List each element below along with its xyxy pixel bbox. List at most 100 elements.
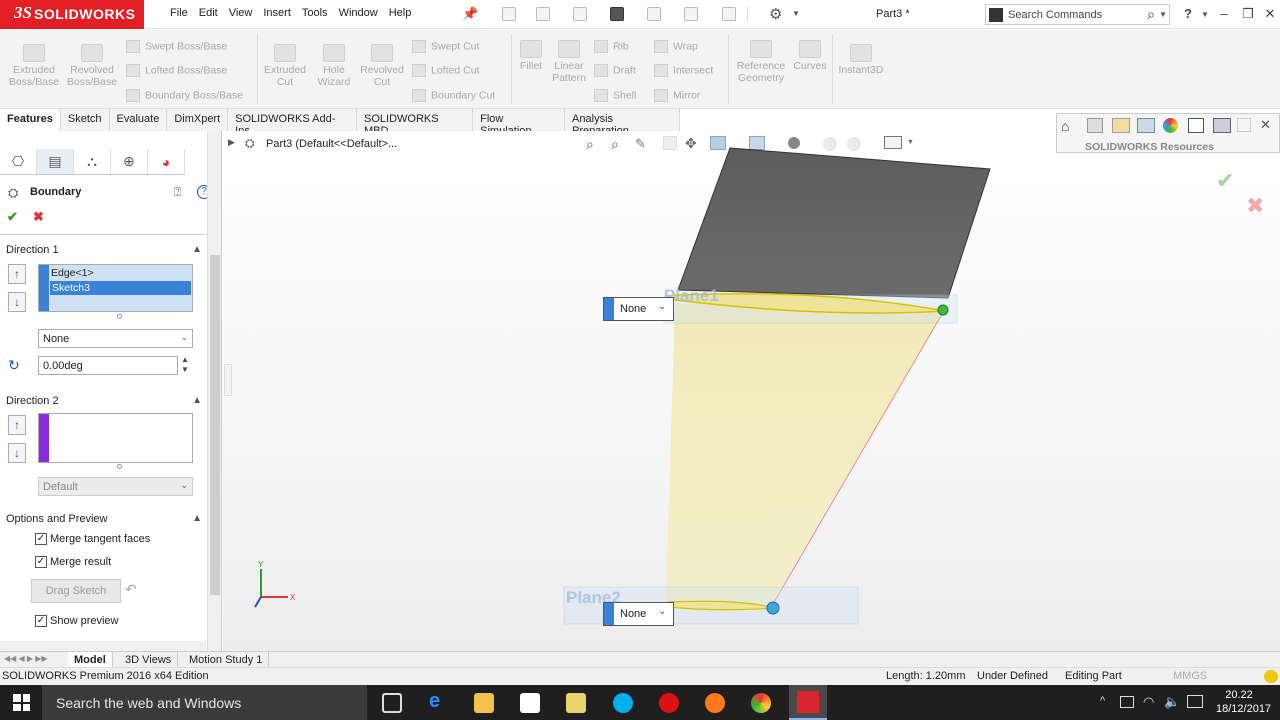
swept-boss-button[interactable]: Swept Boss/Base: [126, 40, 227, 53]
volume-icon[interactable]: 🔈: [1164, 694, 1180, 710]
swept-cut-button[interactable]: Swept Cut: [412, 40, 479, 53]
tab-dimxpert[interactable]: DimXpert: [167, 109, 229, 131]
rebuild-icon[interactable]: [722, 7, 736, 21]
dimxpert-manager-tab-icon[interactable]: ⊕: [111, 149, 148, 175]
detailed-preview-icon[interactable]: ⍰: [174, 185, 181, 200]
custom-properties-icon[interactable]: [1188, 118, 1204, 133]
tab-motion-study-1[interactable]: Motion Study 1: [183, 652, 270, 668]
connector2-tangency-dropdown[interactable]: None ⌄: [603, 602, 674, 626]
home-icon[interactable]: ⌂: [1061, 118, 1069, 134]
curves-button[interactable]: Curves: [792, 40, 828, 72]
pin-pane-icon[interactable]: [1237, 118, 1251, 132]
configuration-manager-tab-icon[interactable]: ⛬: [74, 149, 111, 175]
task-view-icon[interactable]: [382, 693, 402, 713]
menu-insert[interactable]: Insert: [263, 7, 302, 19]
collapse-chevron-icon[interactable]: ▲: [192, 395, 202, 406]
list-item[interactable]: Edge<1>: [51, 267, 94, 279]
direction2-group-header[interactable]: Direction 2 ▲: [6, 395, 202, 409]
close-icon[interactable]: ✕: [1262, 6, 1278, 22]
store-icon[interactable]: [520, 693, 540, 713]
firefox-icon[interactable]: [705, 693, 725, 713]
menu-help[interactable]: Help: [389, 7, 423, 19]
folder-icon[interactable]: [566, 693, 586, 713]
show-preview-checkbox[interactable]: ✓: [35, 615, 47, 627]
tab-flow-simulation[interactable]: Flow Simulation: [473, 109, 566, 137]
options-group-header[interactable]: Options and Preview ▲: [6, 513, 202, 527]
unit-system[interactable]: MMGS: [1173, 670, 1207, 682]
chevron-down-icon[interactable]: ▼: [1159, 10, 1167, 19]
solidworks-logo[interactable]: 3S SOLIDWORKS: [0, 0, 144, 29]
tab-scroll-arrows-icon[interactable]: ◀◀ ◀ ▶ ▶▶: [4, 654, 48, 663]
menu-edit[interactable]: Edit: [199, 7, 229, 19]
rebuild-status-icon[interactable]: [1264, 670, 1278, 683]
mirror-button[interactable]: Mirror: [654, 89, 700, 102]
drag-sketch-button[interactable]: Drag Sketch: [31, 579, 121, 603]
file-explorer-icon[interactable]: [474, 693, 494, 713]
appearances-icon[interactable]: [1163, 118, 1178, 133]
confirm-ok-icon[interactable]: ✔: [1216, 168, 1234, 194]
chevron-down-icon[interactable]: ▼: [792, 9, 800, 18]
direction1-angle-input[interactable]: 0.00deg: [38, 356, 178, 375]
gear-icon[interactable]: ⚙: [769, 5, 782, 23]
ok-check-icon[interactable]: ✔: [7, 209, 18, 225]
list-item[interactable]: Sketch3: [52, 282, 90, 294]
open-document-icon[interactable]: [536, 7, 550, 21]
forum-icon[interactable]: [1213, 118, 1231, 133]
taskbar-search[interactable]: Search the web and Windows: [42, 685, 367, 720]
file-explorer-icon[interactable]: [1112, 118, 1130, 133]
tab-sketch[interactable]: Sketch: [61, 109, 110, 131]
undo-icon[interactable]: [647, 7, 661, 21]
connector-point[interactable]: [937, 304, 949, 316]
draft-button[interactable]: Draft: [594, 64, 636, 77]
tab-solidworks-mbd[interactable]: SOLIDWORKS MBD: [357, 109, 474, 137]
minimize-icon[interactable]: –: [1216, 6, 1232, 22]
wrap-button[interactable]: Wrap: [654, 40, 698, 53]
feature-manager-tab-icon[interactable]: ⎔: [0, 149, 37, 175]
solidworks-taskbar-button[interactable]: [789, 685, 827, 720]
recorder-icon[interactable]: [659, 693, 679, 713]
angle-spinner[interactable]: ▲ ▼: [181, 355, 189, 375]
menu-window[interactable]: Window: [339, 7, 389, 19]
hole-wizard-button[interactable]: Hole Wizard: [312, 44, 356, 88]
move-down-icon[interactable]: ↓: [8, 292, 26, 312]
property-manager-tab-icon[interactable]: ▤: [37, 149, 74, 175]
move-down-icon[interactable]: ↓: [8, 443, 26, 463]
print-icon[interactable]: [610, 7, 624, 21]
skype-icon[interactable]: [613, 693, 633, 713]
windows-start-icon[interactable]: [13, 694, 30, 711]
help-icon[interactable]: ?: [1180, 6, 1196, 22]
battery-icon[interactable]: [1120, 696, 1134, 708]
pin-icon[interactable]: 📌: [462, 6, 478, 22]
direction2-curves-list[interactable]: [38, 413, 193, 463]
tab-analysis-preparation[interactable]: Analysis Preparation: [565, 109, 680, 137]
restore-icon[interactable]: ❐: [1240, 6, 1256, 22]
graphics-area[interactable]: ▶ ⛭ Part3 (Default<<Default>... ⌕ ⌕ ✎ ✥ …: [223, 131, 1280, 651]
lofted-cut-button[interactable]: Lofted Cut: [412, 64, 479, 77]
select-icon[interactable]: [684, 7, 698, 21]
merge-result-checkbox[interactable]: ✓: [35, 556, 47, 568]
revolved-boss-button[interactable]: Revolved Boss/Base: [64, 44, 120, 88]
merge-tangent-faces-checkbox[interactable]: ✓: [35, 533, 47, 545]
direction1-curves-list[interactable]: Edge<1> Sketch3: [38, 264, 193, 312]
tab-features[interactable]: Features: [0, 109, 61, 131]
network-icon[interactable]: ◠: [1143, 694, 1154, 710]
chevron-down-icon[interactable]: ▼: [1201, 10, 1209, 19]
search-commands-box[interactable]: Search Commands ⌕ ▼: [985, 4, 1170, 25]
cancel-x-icon[interactable]: ✖: [33, 209, 44, 225]
instant3d-button[interactable]: Instant3D: [836, 44, 886, 76]
taskbar-search-input[interactable]: Search the web and Windows: [56, 695, 241, 711]
shell-button[interactable]: Shell: [594, 89, 636, 102]
horizontal-scrollbar[interactable]: [0, 641, 206, 651]
move-up-icon[interactable]: ↑: [8, 264, 26, 284]
panel-collapse-handle[interactable]: [224, 364, 232, 396]
lofted-boss-button[interactable]: Lofted Boss/Base: [126, 64, 227, 77]
fillet-button[interactable]: Fillet: [514, 40, 548, 72]
collapse-chevron-icon[interactable]: ▲: [192, 244, 202, 255]
resize-handle-icon[interactable]: [117, 464, 122, 469]
collapse-chevron-icon[interactable]: ▲: [192, 513, 202, 524]
upper-solid-body[interactable]: [677, 147, 991, 299]
undo-sketch-drag-icon[interactable]: ↶: [125, 581, 137, 598]
linear-pattern-button[interactable]: Linear Pattern: [550, 40, 588, 84]
search-icon[interactable]: ⌕: [1147, 6, 1155, 23]
extruded-boss-button[interactable]: Extruded Boss/Base: [6, 44, 62, 88]
